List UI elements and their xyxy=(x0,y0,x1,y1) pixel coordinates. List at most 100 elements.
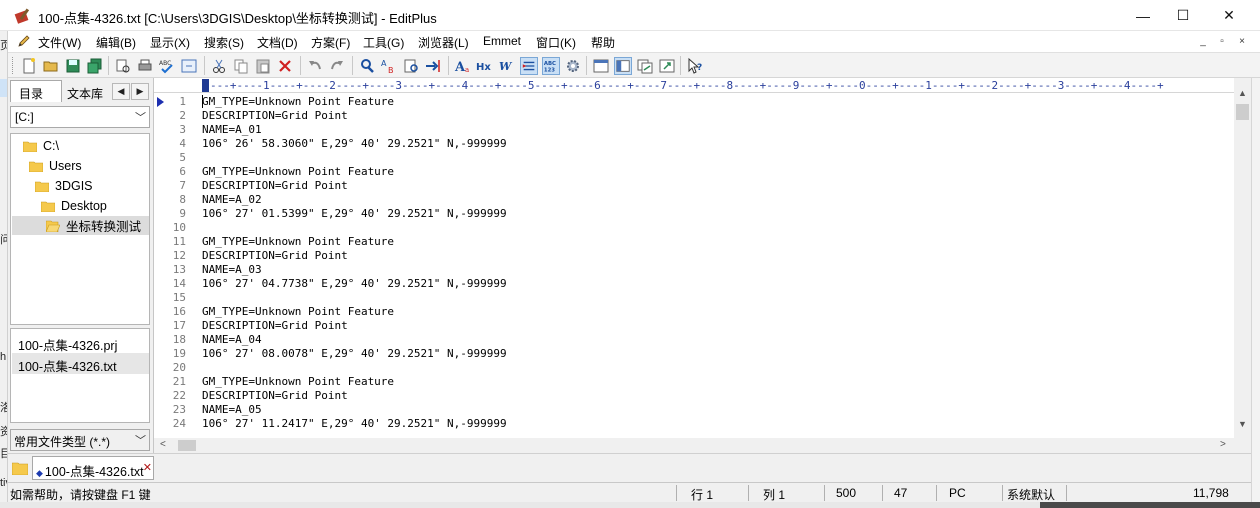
current-line-marker-icon xyxy=(157,97,164,107)
code-line[interactable]: DESCRIPTION=Grid Point xyxy=(202,389,348,402)
vertical-scroll-thumb[interactable] xyxy=(1236,104,1249,120)
cascade-icon[interactable] xyxy=(636,57,654,75)
tree-item-3dgis[interactable]: 3DGIS xyxy=(34,176,93,195)
code-line[interactable]: GM_TYPE=Unknown Point Feature xyxy=(202,305,394,318)
code-line[interactable]: DESCRIPTION=Grid Point xyxy=(202,319,348,332)
text-editor[interactable]: 1 2 3 4 5 6 7 8 9 10 11 12 13 14 15 16 17 18 19 20 21 22 23 24 … xyxy=(154,93,1234,438)
maximize-button[interactable]: ☐ xyxy=(1160,0,1206,31)
status-file-format[interactable]: PC xyxy=(949,486,966,500)
tab-next-button[interactable]: ▶ xyxy=(131,83,149,100)
find-in-files-icon[interactable] xyxy=(402,57,420,75)
ruler-icon[interactable]: ABC123 xyxy=(542,57,560,75)
menu-view[interactable]: 显示(X) xyxy=(150,34,190,51)
code-line[interactable]: NAME=A_05 xyxy=(202,403,262,416)
fullscreen-icon[interactable] xyxy=(658,57,676,75)
code-line[interactable]: DESCRIPTION=Grid Point xyxy=(202,109,348,122)
replace-icon[interactable]: AB xyxy=(380,57,398,75)
code-line[interactable]: DESCRIPTION=Grid Point xyxy=(202,179,348,192)
vertical-scrollbar[interactable]: ▲ ▼ xyxy=(1234,78,1251,453)
code-line[interactable]: GM_TYPE=Unknown Point Feature xyxy=(202,95,394,108)
mdi-restore-button[interactable]: ▫ xyxy=(1215,35,1229,48)
horizontal-scrollbar[interactable]: < > xyxy=(154,438,1234,453)
font-icon[interactable]: Aa xyxy=(454,57,472,75)
code-line[interactable]: GM_TYPE=Unknown Point Feature xyxy=(202,165,394,178)
menu-document[interactable]: 文档(D) xyxy=(257,34,298,51)
redo-icon[interactable] xyxy=(328,57,346,75)
svg-text:A: A xyxy=(381,59,387,68)
file-item-txt[interactable]: 100-点集-4326.txt xyxy=(12,353,149,374)
tile-icon[interactable] xyxy=(614,57,632,75)
close-button[interactable]: ✕ xyxy=(1206,0,1252,31)
menu-emmet[interactable]: Emmet xyxy=(483,34,521,48)
file-item-prj[interactable]: 100-点集-4326.prj xyxy=(12,332,149,353)
ruler-cursor-marker xyxy=(202,79,209,92)
menu-search[interactable]: 搜索(S) xyxy=(204,34,244,51)
folder-icon[interactable] xyxy=(12,461,28,475)
file-type-select[interactable]: 常用文件类型 (*.*) ﹀ xyxy=(10,429,150,451)
print-preview-icon[interactable] xyxy=(114,57,132,75)
status-encoding[interactable]: 系统默认 xyxy=(1007,486,1055,503)
save-icon[interactable] xyxy=(64,57,82,75)
undo-icon[interactable] xyxy=(306,57,324,75)
scroll-right-icon[interactable]: > xyxy=(1220,439,1226,450)
tree-item-desktop[interactable]: Desktop xyxy=(40,196,107,215)
code-line[interactable]: 106° 27' 11.2417" E,29° 40' 29.2521" N,-… xyxy=(202,417,507,430)
cut-icon[interactable] xyxy=(210,57,228,75)
spell-check-icon[interactable]: ABC xyxy=(158,57,176,75)
mdi-close-button[interactable]: × xyxy=(1235,35,1249,48)
code-line[interactable]: NAME=A_03 xyxy=(202,263,262,276)
code-line[interactable]: NAME=A_01 xyxy=(202,123,262,136)
code-line[interactable]: DESCRIPTION=Grid Point xyxy=(202,249,348,262)
help-icon[interactable]: ? xyxy=(686,57,704,75)
file-list: 100-点集-4326.prj 100-点集-4326.txt xyxy=(10,328,150,423)
tab-cliptext-library[interactable]: 文本库 xyxy=(62,82,114,102)
settings-icon[interactable] xyxy=(564,57,582,75)
menu-edit[interactable]: 编辑(B) xyxy=(96,34,136,51)
code-line[interactable]: NAME=A_04 xyxy=(202,333,262,346)
mdi-minimize-button[interactable]: _ xyxy=(1196,35,1210,48)
goto-icon[interactable] xyxy=(424,57,442,75)
code-line[interactable]: 106° 27' 04.7738" E,29° 40' 29.2521" N,-… xyxy=(202,277,507,290)
editplus-app-icon[interactable] xyxy=(14,7,31,24)
tree-item-selected-folder[interactable]: 坐标转换测试 xyxy=(12,216,149,235)
code-line[interactable]: GM_TYPE=Unknown Point Feature xyxy=(202,375,394,388)
menu-file[interactable]: 文件(W) xyxy=(38,34,81,51)
paste-icon[interactable] xyxy=(254,57,272,75)
tree-item-users[interactable]: Users xyxy=(28,156,82,175)
menu-browser[interactable]: 浏览器(L) xyxy=(418,34,469,51)
tab-prev-button[interactable]: ◀ xyxy=(112,83,130,100)
code-line[interactable]: NAME=A_02 xyxy=(202,193,262,206)
line-number-icon[interactable] xyxy=(520,57,538,75)
hex-icon[interactable]: Hx xyxy=(476,57,494,75)
scroll-up-icon[interactable]: ▲ xyxy=(1234,88,1251,102)
print-icon[interactable] xyxy=(136,57,154,75)
tree-item-c-drive[interactable]: C:\ xyxy=(22,136,59,155)
tab-close-icon[interactable]: ✕ xyxy=(143,461,152,474)
bookmark-column[interactable] xyxy=(154,93,168,438)
scroll-down-icon[interactable]: ▼ xyxy=(1234,419,1251,433)
code-line[interactable]: 106° 27' 01.5399" E,29° 40' 29.2521" N,-… xyxy=(202,207,507,220)
menu-tools[interactable]: 工具(G) xyxy=(363,34,404,51)
scroll-left-icon[interactable]: < xyxy=(160,439,166,450)
find-icon[interactable] xyxy=(358,57,376,75)
menu-project[interactable]: 方案(F) xyxy=(311,34,350,51)
line-number: 7 xyxy=(179,179,186,192)
document-tab[interactable]: ◆ 100-点集-4326.txt ✕ xyxy=(32,456,154,480)
code-line[interactable]: GM_TYPE=Unknown Point Feature xyxy=(202,235,394,248)
window-list-icon[interactable] xyxy=(592,57,610,75)
word-wrap-icon[interactable]: W xyxy=(498,57,516,75)
menu-window[interactable]: 窗口(K) xyxy=(536,34,576,51)
drive-select[interactable]: [C:] ﹀ xyxy=(10,106,150,128)
code-line[interactable]: 106° 26' 58.3060" E,29° 40' 29.2521" N,-… xyxy=(202,137,507,150)
tab-directory[interactable]: 目录 xyxy=(10,80,62,102)
open-folder-icon[interactable] xyxy=(42,57,60,75)
code-line[interactable]: 106° 27' 08.0078" E,29° 40' 29.2521" N,-… xyxy=(202,347,507,360)
edge-char: 资 xyxy=(0,423,7,439)
new-file-icon[interactable] xyxy=(20,57,38,75)
menu-help[interactable]: 帮助 xyxy=(591,34,615,51)
browser-preview-icon[interactable] xyxy=(180,57,198,75)
save-all-icon[interactable] xyxy=(86,57,104,75)
copy-icon[interactable] xyxy=(232,57,250,75)
delete-icon[interactable] xyxy=(276,57,294,75)
horizontal-scroll-thumb[interactable] xyxy=(178,440,196,451)
